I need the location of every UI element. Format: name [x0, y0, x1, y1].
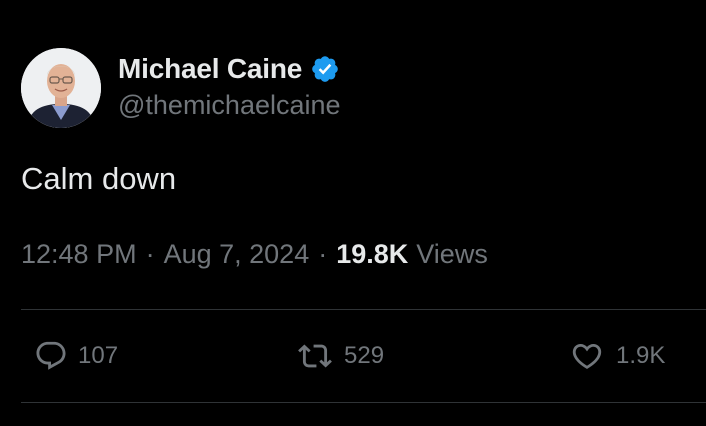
tweet-text: Calm down — [21, 161, 177, 196]
tweet-card: Michael Caine @themichaelcaine Calm down… — [0, 0, 706, 426]
display-name-row: Michael Caine — [118, 51, 340, 87]
user-handle[interactable]: @themichaelcaine — [118, 90, 341, 121]
tweet-time[interactable]: 12:48 PM — [21, 239, 137, 270]
reply-count: 107 — [78, 342, 119, 369]
tweet-date[interactable]: Aug 7, 2024 — [164, 239, 310, 270]
display-name[interactable]: Michael Caine — [118, 53, 302, 85]
avatar[interactable] — [21, 48, 101, 128]
repost-count: 529 — [344, 342, 385, 369]
repost-icon — [298, 344, 332, 368]
meta-separator: · — [145, 239, 155, 269]
views-count[interactable]: 19.8K — [336, 239, 408, 270]
repost-button[interactable]: 529 — [296, 336, 384, 376]
divider — [21, 309, 706, 310]
like-count: 1.9K — [616, 342, 666, 369]
divider — [21, 402, 706, 403]
heart-icon — [572, 343, 602, 369]
meta-separator: · — [318, 239, 328, 269]
verified-badge-icon[interactable] — [310, 54, 340, 84]
views-label: Views — [416, 239, 488, 269]
like-button[interactable]: 1.9K — [568, 336, 665, 376]
tweet-meta: 12:48 PM · Aug 7, 2024 · 19.8K Views — [21, 239, 488, 270]
reply-button[interactable]: 107 — [34, 336, 118, 376]
reply-icon — [36, 341, 66, 370]
profile-photo-icon — [21, 48, 101, 128]
